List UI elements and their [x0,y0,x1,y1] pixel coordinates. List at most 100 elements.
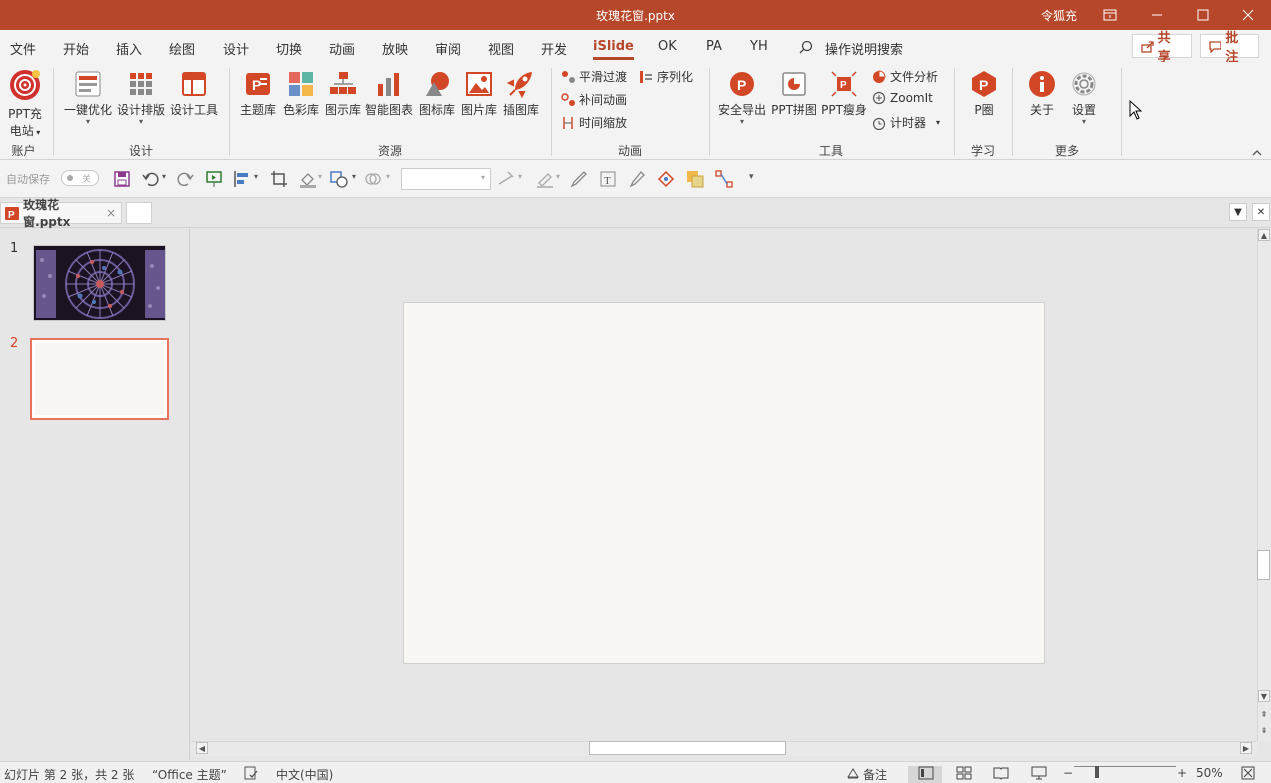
about-button[interactable]: 关于 [1026,70,1058,118]
document-tab[interactable]: P 玫瑰花窗.pptx × [0,198,122,229]
ppt-slim-button[interactable]: P PPT瘦身 [820,70,868,118]
user-name[interactable]: 令狐充 [1041,7,1077,24]
p-circle-button[interactable]: P P圈 [966,70,1002,118]
tab-file[interactable]: 文件 [10,39,36,58]
slide-thumbnail-2[interactable] [30,338,169,420]
save-icon[interactable] [113,170,131,188]
autosave-toggle[interactable]: 关 [61,170,99,186]
customize-qat-icon[interactable]: ▾ [749,172,754,182]
reading-view-icon[interactable] [993,766,1009,780]
time-scale-button[interactable]: 时间缩放 [561,114,627,131]
zoom-out-icon[interactable]: − [1063,766,1073,780]
maximize-icon[interactable] [1180,0,1226,30]
tab-view[interactable]: 视图 [488,39,514,58]
connector-icon[interactable] [715,170,733,188]
eyedropper-icon[interactable] [628,170,646,188]
merge-shapes-icon[interactable] [364,170,382,188]
crop-icon[interactable] [270,170,288,188]
accessibility-check-icon[interactable] [244,766,258,780]
slideshow-view-icon[interactable] [1031,766,1047,780]
search-icon[interactable] [799,40,813,57]
tab-slideshow[interactable]: 放映 [382,39,408,58]
ribbon-display-options-icon[interactable] [1087,0,1133,30]
line-weight-icon[interactable] [498,170,516,188]
tab-review[interactable]: 审阅 [435,39,461,58]
minimize-icon[interactable] [1134,0,1180,30]
icon-library-button[interactable]: 图标库 [417,70,457,118]
tab-developer[interactable]: 开发 [541,39,567,58]
serialize-button[interactable]: 序列化 [639,68,693,85]
tab-home[interactable]: 开始 [63,39,89,58]
new-tab-button[interactable] [126,202,152,224]
close-window-icon[interactable] [1225,0,1271,30]
collapse-ribbon-icon[interactable] [1252,146,1262,160]
smooth-transition-button[interactable]: 平滑过渡 [561,68,627,85]
smart-chart-button[interactable]: 智能图表 [364,70,414,118]
settings-button[interactable]: 设置 ▾ [1068,70,1100,126]
tab-animations[interactable]: 动画 [329,39,355,58]
tab-draw[interactable]: 绘图 [169,39,195,58]
vertical-scrollbar[interactable] [1257,228,1271,741]
text-box-icon[interactable]: T [599,170,617,188]
tab-ok[interactable]: OK [658,39,677,54]
current-slide-canvas[interactable] [403,302,1045,664]
zoomit-button[interactable]: ZoomIt [872,91,933,105]
slide-sorter-icon[interactable] [956,766,972,780]
shape-outline-icon[interactable] [330,170,348,188]
scroll-up-icon[interactable]: ▲ [1258,229,1270,241]
zoom-in-icon[interactable]: + [1177,766,1187,780]
fit-to-window-icon[interactable] [1241,766,1255,780]
scroll-down-icon[interactable]: ▼ [1258,690,1270,702]
image-library-button[interactable]: 图片库 [459,70,499,118]
timer-button[interactable]: 计时器 ▾ [872,114,940,131]
scroll-right-icon[interactable]: ▶ [1240,742,1252,754]
design-layout-button[interactable]: 设计排版 ▾ [116,70,166,126]
close-document-icon[interactable]: ✕ [1252,203,1270,221]
theme-library-button[interactable]: P 主题库 [238,70,278,118]
align-left-icon[interactable] [233,170,251,188]
slide-thumbnail-1[interactable] [33,245,166,321]
shape-fill-icon[interactable] [686,170,704,188]
design-tools-button[interactable]: 设计工具 [169,70,219,118]
tween-animation-button[interactable]: 补间动画 [561,91,627,108]
comment-button[interactable]: 批注 [1200,31,1259,65]
redo-icon[interactable] [176,170,194,188]
close-tab-icon[interactable]: × [106,206,116,220]
tab-design[interactable]: 设计 [223,39,249,58]
illustration-library-button[interactable]: 插图库 [501,70,541,118]
next-slide-icon[interactable]: ⇟ [1258,724,1270,736]
tab-islide[interactable]: iSlide [593,39,634,60]
zoom-level[interactable]: 50% [1196,766,1223,780]
bar-chart-icon [378,73,399,96]
tab-yh[interactable]: YH [750,39,768,54]
language-status[interactable]: 中文(中国) [276,766,333,783]
fill-color-icon[interactable] [299,170,317,188]
vertical-scroll-thumb[interactable] [1257,550,1270,580]
tab-insert[interactable]: 插入 [116,39,142,58]
normal-view-icon[interactable] [918,766,934,780]
font-size-input[interactable] [401,168,491,190]
file-analysis-button[interactable]: 文件分析 [872,68,938,85]
safe-export-button[interactable]: P 安全导出 ▾ [716,70,768,126]
text-highlight-icon[interactable] [536,170,554,188]
tab-transitions[interactable]: 切换 [276,39,302,58]
zoom-slider-handle[interactable] [1095,766,1099,778]
tab-pa[interactable]: PA [706,39,722,54]
ppt-puzzle-button[interactable]: PPT拼图 [770,70,818,118]
one-click-optimize-button[interactable]: 一键优化 ▾ [63,70,113,126]
tell-me-search[interactable]: 操作说明搜索 [825,39,903,58]
present-from-start-icon[interactable] [205,170,223,188]
tab-list-icon[interactable]: ▼ [1229,203,1247,221]
notes-button[interactable]: 备注 [863,766,887,783]
ppt-charging-station-button[interactable]: PPT充 电站 ▾ [6,68,44,139]
horizontal-scroll-thumb[interactable] [589,741,786,755]
previous-slide-icon[interactable]: ⇞ [1258,708,1270,720]
zoom-slider-track[interactable] [1074,766,1176,767]
share-button[interactable]: 共享 [1132,31,1192,65]
scroll-left-icon[interactable]: ◀ [196,742,208,754]
color-library-button[interactable]: 色彩库 [281,70,321,118]
undo-icon[interactable] [142,170,160,188]
move-shape-icon[interactable] [657,170,675,188]
diagram-library-button[interactable]: 图示库 [323,70,363,118]
format-painter-icon[interactable] [570,170,588,188]
